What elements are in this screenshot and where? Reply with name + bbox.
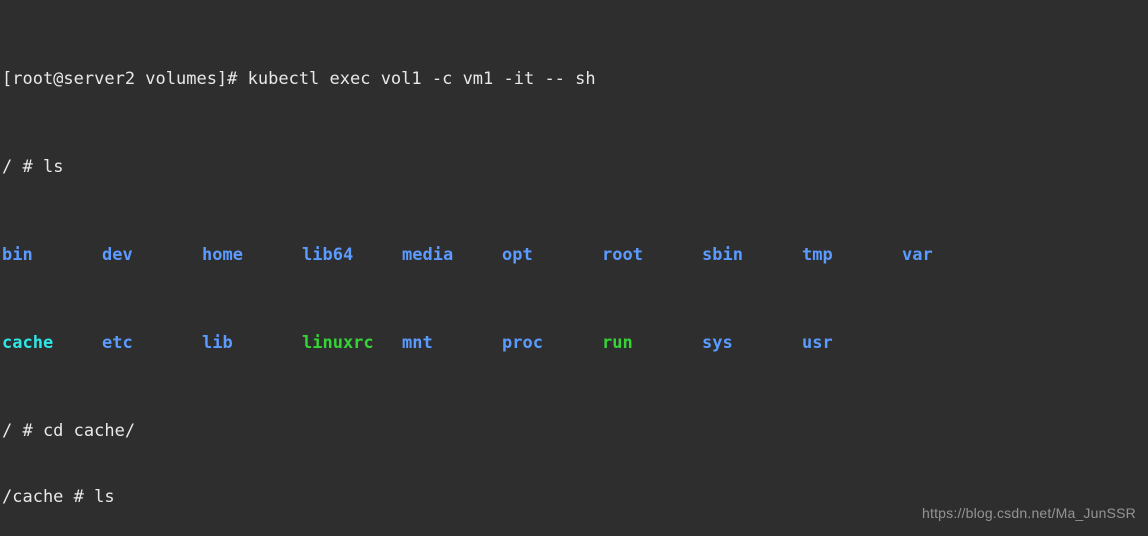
ls-item: cache: [2, 332, 102, 354]
ls-item: opt: [502, 244, 602, 266]
ls-item: etc: [102, 332, 202, 354]
ls-row-1: bindevhomelib64mediaoptrootsbintmpvar: [2, 244, 1146, 266]
output-line: / # cd cache/: [2, 420, 1146, 442]
command: ls: [43, 157, 63, 177]
prompt: / #: [2, 157, 43, 177]
terminal[interactable]: [root@server2 volumes]# kubectl exec vol…: [0, 0, 1148, 536]
ls-item: lib: [202, 332, 302, 354]
ls-item: var: [902, 244, 933, 266]
prompt: [root@server2 volumes]#: [2, 69, 248, 89]
ls-item: home: [202, 244, 302, 266]
ls-row-2: cacheetcliblinuxrcmntprocrunsysusr: [2, 332, 1146, 354]
ls-item: proc: [502, 332, 602, 354]
ls-item: sbin: [702, 244, 802, 266]
ls-item: bin: [2, 244, 102, 266]
command: kubectl exec vol1 -c vm1 -it -- sh: [248, 69, 596, 89]
ls-item: sys: [702, 332, 802, 354]
ls-item: mnt: [402, 332, 502, 354]
prompt-line-2: / # ls: [2, 156, 1146, 178]
ls-item: root: [602, 244, 702, 266]
ls-item: tmp: [802, 244, 902, 266]
watermark-text: https://blog.csdn.net/Ma_JunSSR: [922, 502, 1136, 524]
ls-item: dev: [102, 244, 202, 266]
ls-item: lib64: [302, 244, 402, 266]
ls-item: media: [402, 244, 502, 266]
ls-item: usr: [802, 332, 902, 354]
ls-item: run: [602, 332, 702, 354]
prompt-line-1: [root@server2 volumes]# kubectl exec vol…: [2, 68, 1146, 90]
ls-item: linuxrc: [302, 332, 402, 354]
